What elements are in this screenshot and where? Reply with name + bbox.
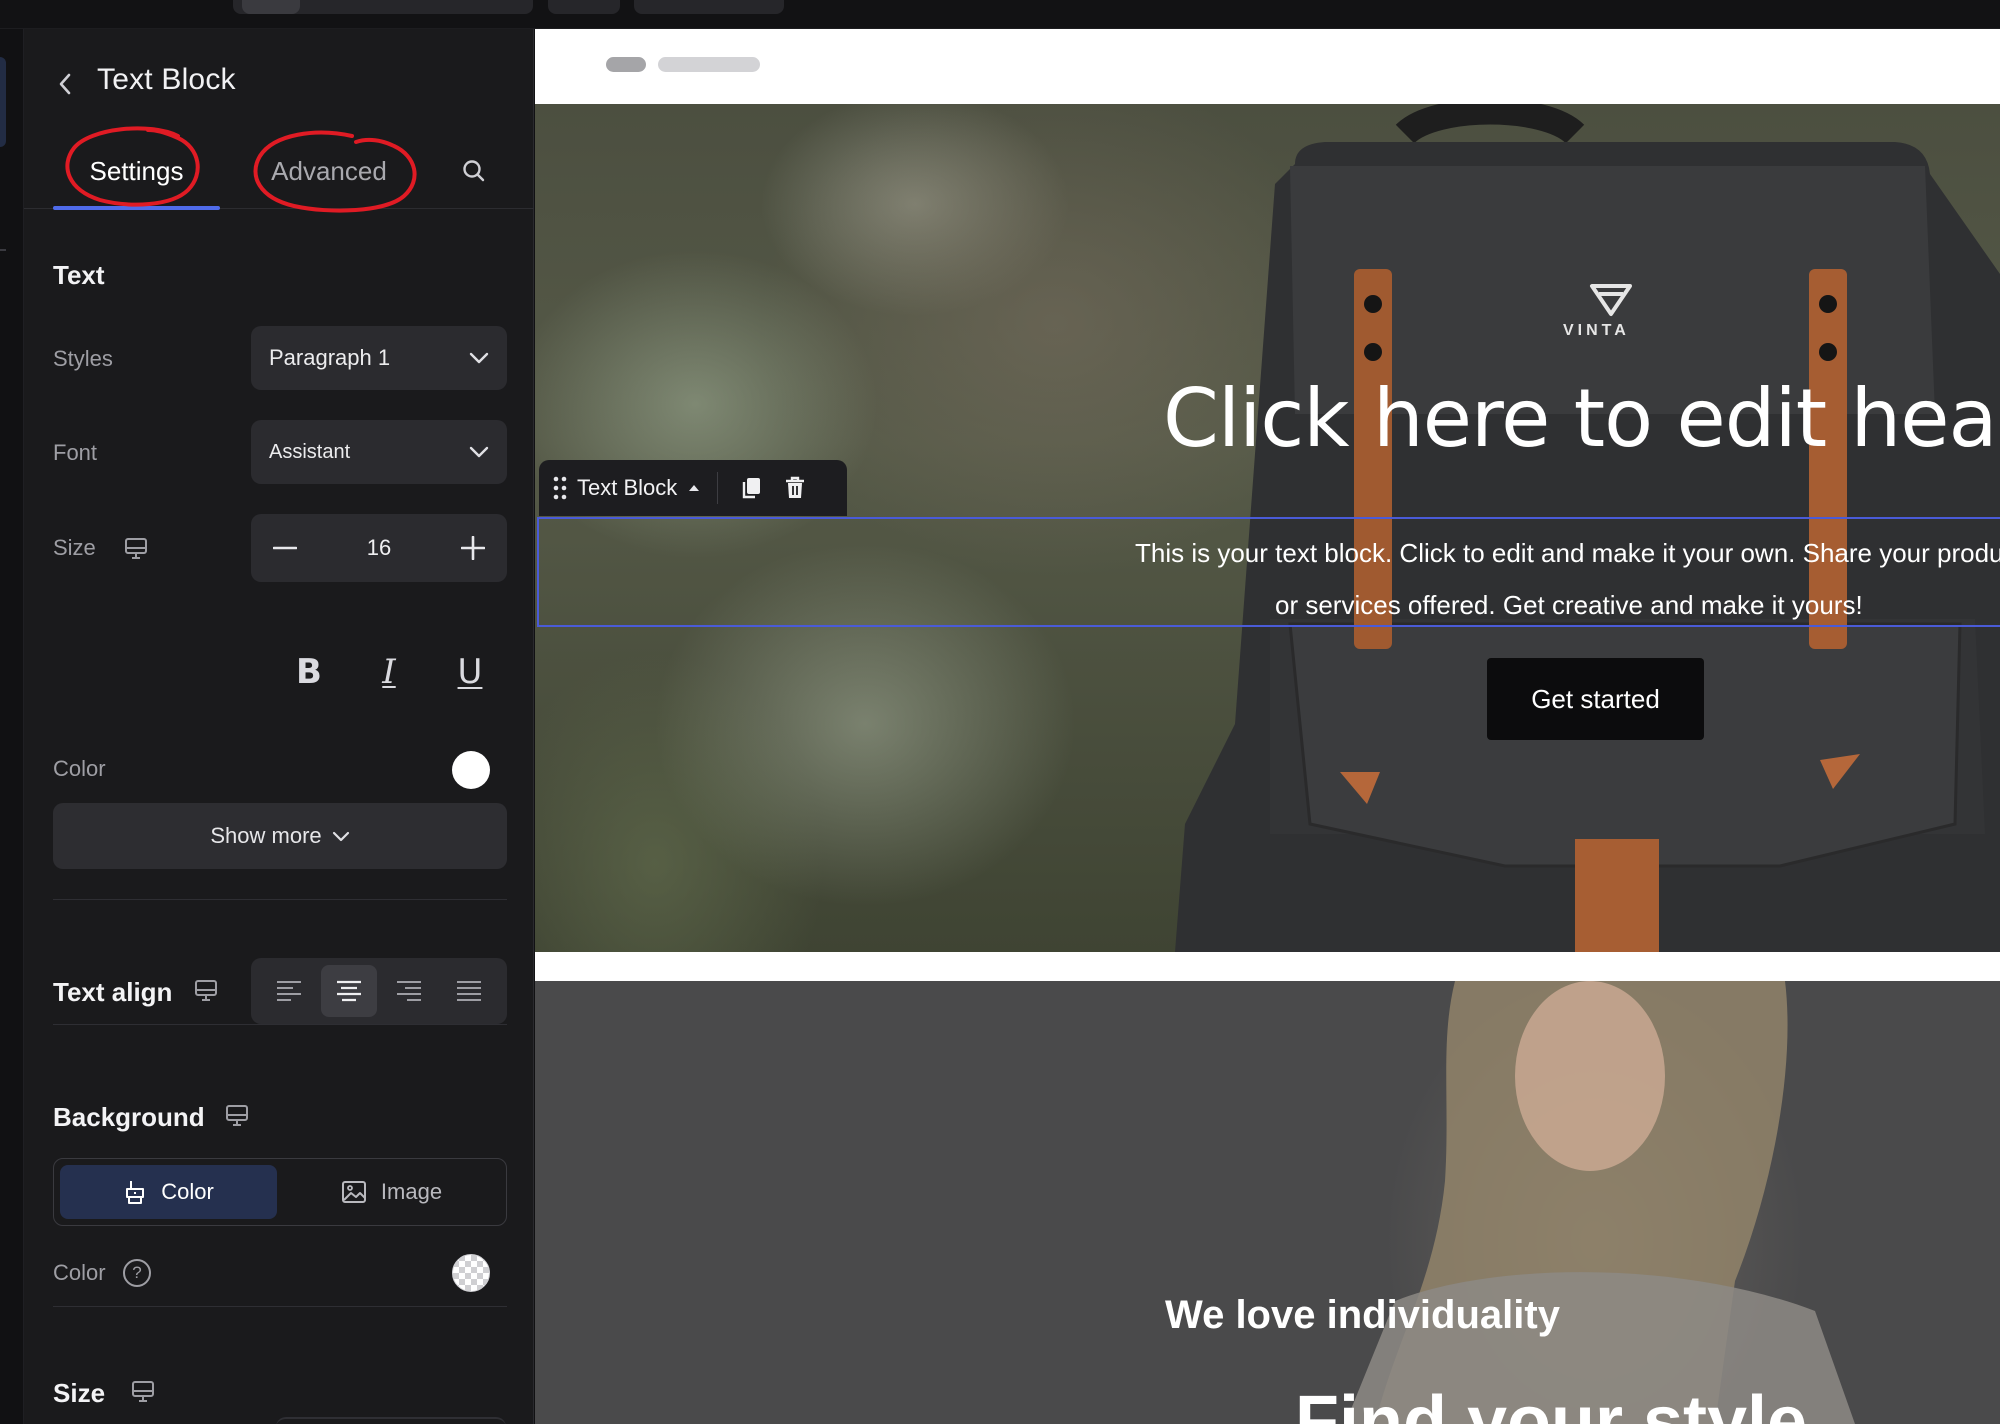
font-label: Font [53, 440, 98, 465]
background-color-label: Color [161, 1179, 214, 1204]
panel-tabs: Settings Advanced [24, 133, 534, 210]
top-bar-button-group[interactable] [634, 0, 784, 14]
top-bar-button[interactable] [548, 0, 620, 14]
font-dropdown[interactable]: Assistant [251, 420, 507, 484]
back-button[interactable] [50, 64, 80, 104]
hero-section[interactable]: VINTA Click here to edit heading This is… [535, 104, 2000, 952]
background-color-swatch[interactable] [452, 1254, 490, 1292]
portrait-image [1345, 981, 1855, 1424]
header-skeleton-nav [658, 57, 760, 72]
caret-up-icon[interactable] [687, 483, 701, 493]
align-left-icon [277, 981, 301, 1001]
text-block-toolbar: Text Block [539, 460, 847, 516]
backpack-logo-text: VINTA [1563, 322, 1630, 339]
decrement-button[interactable] [263, 526, 307, 570]
size-label: Size [53, 535, 96, 560]
background-type-toggle: Color Image [53, 1158, 507, 1226]
background-title: Background [53, 1102, 205, 1132]
toolbar-label[interactable]: Text Block [577, 475, 677, 501]
plus-icon [460, 536, 485, 560]
size-stepper[interactable]: 16 [251, 514, 507, 582]
size-input-partial[interactable] [276, 1417, 506, 1424]
text-align-title: Text align [53, 977, 173, 1007]
desktop-icon[interactable] [129, 1378, 157, 1406]
chevron-down-icon [469, 352, 489, 364]
duplicate-button[interactable] [734, 471, 768, 505]
background-color-option[interactable]: Color [60, 1165, 277, 1219]
desktop-icon[interactable] [122, 535, 150, 563]
show-more-button[interactable]: Show more [53, 803, 507, 869]
page-canvas: VINTA Click here to edit heading This is… [535, 29, 2000, 1424]
trash-icon [786, 476, 805, 498]
section-divider [53, 1024, 507, 1025]
chevron-left-icon [59, 73, 71, 95]
background-image-label: Image [380, 1179, 443, 1204]
background-color-label-row: Color [53, 1260, 106, 1285]
panel-title: Text Block [97, 63, 236, 96]
tab-settings[interactable]: Settings [53, 133, 220, 210]
chevron-down-icon [469, 446, 489, 458]
minus-icon [273, 546, 297, 550]
align-right-icon [397, 981, 421, 1001]
desktop-icon[interactable] [223, 1102, 251, 1130]
left-rail [0, 29, 24, 1424]
size-value[interactable]: 16 [367, 535, 391, 561]
underline-button[interactable]: U [447, 649, 493, 695]
styles-label: Styles [53, 346, 113, 371]
header-skeleton-logo [606, 57, 646, 72]
individuality-section[interactable]: We love individuality Find your style [535, 981, 2000, 1424]
rail-divider [0, 249, 6, 251]
font-dropdown-value: Assistant [269, 440, 351, 463]
styles-dropdown[interactable]: Paragraph 1 [251, 326, 507, 390]
styles-dropdown-value: Paragraph 1 [269, 345, 391, 370]
duplicate-icon [743, 478, 761, 499]
align-justify-icon [457, 981, 481, 1001]
align-center-icon [337, 980, 361, 1002]
hero-text-block[interactable]: This is your text block. Click to edit a… [535, 527, 2000, 631]
text-color-label: Color [53, 756, 106, 781]
align-justify-button[interactable] [441, 965, 497, 1017]
individuality-subheading[interactable]: We love individuality [535, 1293, 2000, 1338]
text-color-swatch[interactable] [452, 751, 490, 789]
bold-button[interactable]: B [286, 649, 332, 695]
desktop-icon[interactable] [192, 977, 220, 1005]
text-section-title: Text [53, 260, 105, 290]
background-image-option[interactable]: Image [283, 1165, 500, 1219]
site-header [535, 29, 2000, 104]
increment-button[interactable] [451, 526, 495, 570]
hero-text-line-1: This is your text block. Click to edit a… [1135, 538, 2000, 568]
paint-bucket-icon [126, 1181, 145, 1204]
settings-panel: Text Block Settings Advanced Text Styles… [24, 29, 534, 1424]
hero-text-line-2: or services offered. Get creative and ma… [1275, 590, 1863, 620]
search-icon [463, 160, 485, 182]
size-section-title: Size [53, 1378, 106, 1408]
toolbar-separator [717, 472, 719, 504]
search-button[interactable] [454, 151, 494, 191]
help-icon[interactable]: ? [123, 1259, 151, 1287]
align-center-button[interactable] [321, 965, 377, 1017]
tab-advanced[interactable]: Advanced [249, 133, 409, 209]
section-divider [53, 899, 507, 900]
find-style-heading[interactable]: Find your style [1295, 1381, 1807, 1424]
get-started-button[interactable]: Get started [1487, 658, 1704, 740]
italic-button[interactable]: I [366, 649, 412, 695]
hero-heading[interactable]: Click here to edit heading [1163, 372, 2000, 465]
section-divider [53, 1306, 507, 1307]
text-align-group [251, 958, 507, 1024]
top-bar-tab-indicator [242, 0, 300, 14]
top-bar [0, 0, 2000, 29]
drag-handle-icon[interactable] [553, 476, 567, 500]
align-left-button[interactable] [261, 965, 317, 1017]
image-icon [341, 1181, 366, 1203]
show-more-label: Show more [210, 823, 322, 848]
chevron-down-icon [332, 831, 349, 841]
delete-button[interactable] [778, 471, 812, 505]
align-right-button[interactable] [381, 965, 437, 1017]
rail-active-marker [0, 57, 6, 147]
panel-header: Text Block Settings Advanced [24, 29, 534, 213]
